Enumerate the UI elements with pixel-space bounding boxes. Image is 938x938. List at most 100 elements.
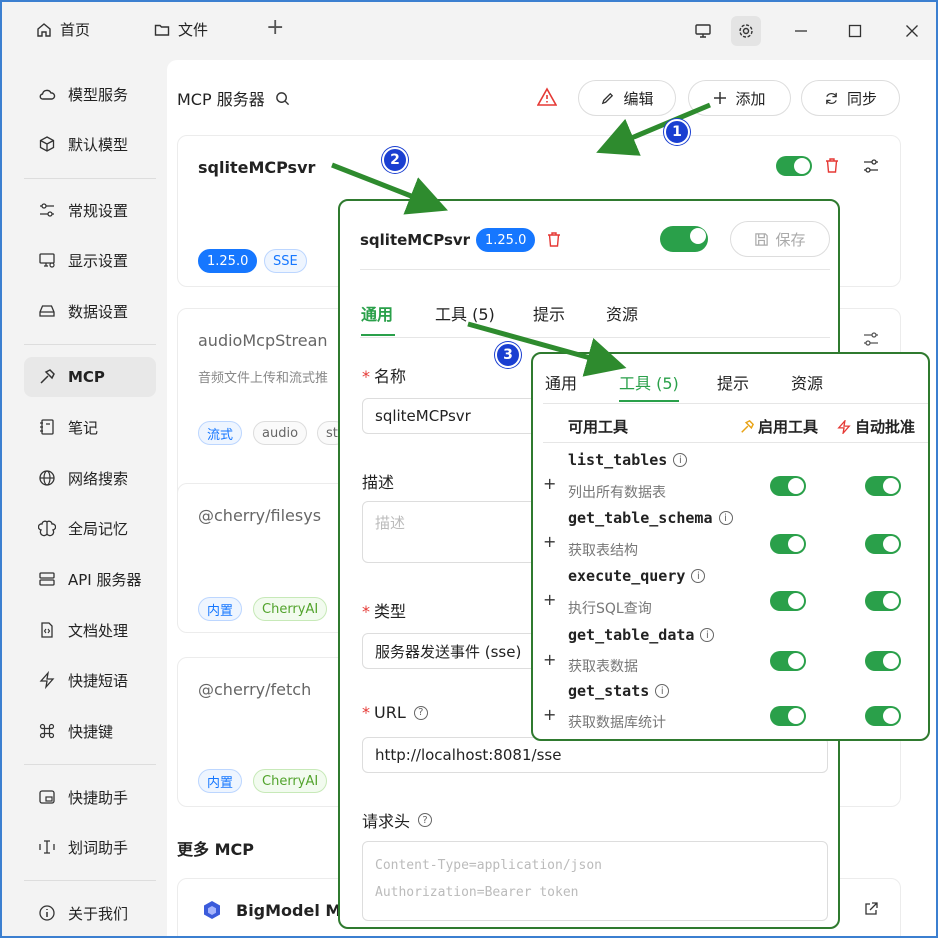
tab-tools[interactable]: 工具 (5) — [435, 301, 495, 325]
sidebar-item-mcp[interactable]: MCP — [24, 357, 156, 397]
tab-resources[interactable]: 资源 — [606, 301, 638, 325]
expand-icon[interactable]: + — [543, 650, 556, 669]
sidebar-item-web-search[interactable]: 网络搜索 — [24, 458, 156, 498]
brain-icon — [38, 520, 56, 537]
sidebar-item-docs[interactable]: 文档处理 — [24, 610, 156, 650]
tool-auto-approve-toggle[interactable] — [865, 651, 901, 671]
tool-enable-toggle[interactable] — [770, 476, 806, 496]
add-tab-button[interactable]: + — [266, 15, 284, 40]
tool-enable-toggle[interactable] — [770, 591, 806, 611]
annotation-badge-3: 3 — [495, 342, 521, 368]
tool-enable-toggle[interactable] — [770, 534, 806, 554]
tool-name-text: get_table_data — [568, 626, 695, 644]
tab-prompts[interactable]: 提示 — [533, 301, 565, 325]
sidebar-item-general[interactable]: 常规设置 — [24, 190, 156, 230]
save-button-label: 保存 — [775, 230, 806, 249]
sidebar-item-about[interactable]: 关于我们 — [24, 893, 156, 933]
sidebar-item-selection-assistant[interactable]: 划词助手 — [24, 827, 156, 867]
tool-auto-approve-toggle[interactable] — [865, 591, 901, 611]
tab-resources[interactable]: 资源 — [791, 370, 823, 394]
home-icon — [37, 22, 51, 37]
expand-icon[interactable]: + — [543, 590, 556, 609]
tab-general[interactable]: 通用 — [361, 301, 393, 325]
active-tab-indicator — [361, 334, 395, 336]
sync-button[interactable]: 同步 — [801, 80, 900, 116]
tool-auto-approve-toggle[interactable] — [865, 706, 901, 726]
settings-sliders-icon[interactable] — [863, 331, 879, 351]
divider — [543, 403, 928, 404]
page-title: MCP 服务器 — [177, 86, 290, 110]
minimize-icon[interactable] — [786, 16, 816, 46]
sidebar-item-quick-phrases[interactable]: 快捷短语 — [24, 660, 156, 700]
settings-sliders-icon[interactable] — [863, 158, 879, 178]
external-link-icon[interactable] — [863, 901, 879, 921]
sidebar-item-memory[interactable]: 全局记忆 — [24, 508, 156, 548]
sidebar-item-model-service[interactable]: 模型服务 — [24, 74, 156, 114]
sidebar-item-data[interactable]: 数据设置 — [24, 291, 156, 331]
tool-enable-toggle[interactable] — [770, 651, 806, 671]
tool-auto-approve-toggle[interactable] — [865, 534, 901, 554]
tools-panel: 通用 工具 (5) 提示 资源 可用工具 启用工具 自动批准 list_tabl… — [531, 352, 930, 741]
sidebar-item-quick-assistant[interactable]: 快捷助手 — [24, 777, 156, 817]
detail-title: sqliteMCPsvr — [360, 231, 471, 249]
folder-icon — [154, 24, 170, 36]
divider — [24, 344, 156, 345]
edit-button-label: 编辑 — [623, 89, 654, 108]
info-icon[interactable]: i — [673, 453, 688, 467]
add-button-label: 添加 — [735, 89, 766, 108]
tool-name: list_tables i — [568, 451, 688, 469]
tab-general[interactable]: 通用 — [545, 370, 577, 394]
tool-auto-approve-toggle[interactable] — [865, 476, 901, 496]
trash-icon[interactable] — [824, 157, 840, 178]
maximize-icon[interactable] — [840, 16, 870, 46]
add-button[interactable]: 添加 — [688, 80, 791, 116]
save-button[interactable]: 保存 — [730, 221, 830, 257]
help-icon[interactable]: ? — [418, 813, 433, 827]
tag: 内置 — [198, 769, 243, 793]
tool-name: execute_query i — [568, 567, 706, 585]
warning-icon[interactable] — [536, 87, 558, 111]
version-badge: 1.25.0 — [198, 249, 258, 273]
tool-enable-toggle[interactable] — [770, 706, 806, 726]
tag: audio — [253, 421, 308, 445]
help-icon[interactable]: ? — [413, 705, 428, 720]
info-icon — [39, 905, 55, 921]
info-icon[interactable]: i — [691, 569, 706, 583]
name-label-text: 名称 — [374, 367, 407, 386]
tool-description: 获取表结构 — [568, 543, 638, 559]
sidebar-item-shortcuts[interactable]: 快捷键 — [24, 711, 156, 751]
annotation-badge-1: 1 — [664, 119, 690, 145]
expand-icon[interactable]: + — [543, 474, 556, 493]
monitor-icon[interactable] — [688, 16, 718, 46]
search-icon[interactable] — [275, 91, 290, 106]
sidebar-item-default-model[interactable]: 默认模型 — [24, 124, 156, 164]
card-title: audioMcpStrean — [198, 331, 328, 350]
tab-prompts[interactable]: 提示 — [717, 370, 749, 394]
edit-button[interactable]: 编辑 — [578, 80, 676, 116]
info-icon[interactable]: i — [700, 628, 715, 642]
sidebar-item-label: 模型服务 — [68, 85, 129, 104]
sliders-icon — [40, 203, 54, 217]
info-icon[interactable]: i — [655, 684, 670, 698]
expand-icon[interactable]: + — [543, 705, 556, 724]
sidebar-item-notes[interactable]: 笔记 — [24, 407, 156, 447]
info-icon[interactable]: i — [718, 511, 733, 525]
sidebar-item-label: 文档处理 — [68, 621, 129, 640]
card-title: @cherry/filesys — [198, 506, 322, 525]
tab-files[interactable]: 文件 — [154, 19, 208, 40]
trash-icon[interactable] — [546, 231, 562, 252]
close-icon[interactable] — [897, 16, 927, 46]
settings-gear-icon[interactable] — [731, 16, 761, 46]
tab-tools[interactable]: 工具 (5) — [619, 370, 679, 394]
server-enable-toggle[interactable] — [660, 226, 708, 252]
sidebar-item-api-server[interactable]: API 服务器 — [24, 559, 156, 599]
tag: 流式 — [198, 421, 243, 445]
expand-icon[interactable]: + — [543, 532, 556, 551]
server-enable-toggle[interactable] — [776, 156, 812, 176]
sidebar-item-label: 关于我们 — [68, 904, 129, 923]
tab-home[interactable]: 首页 — [36, 19, 90, 40]
url-input[interactable]: http://localhost:8081/sse — [362, 737, 828, 773]
divider — [360, 337, 830, 338]
sidebar-item-display[interactable]: 显示设置 — [24, 240, 156, 280]
headers-textarea[interactable]: Content-Type=application/json Authorizat… — [362, 841, 828, 921]
